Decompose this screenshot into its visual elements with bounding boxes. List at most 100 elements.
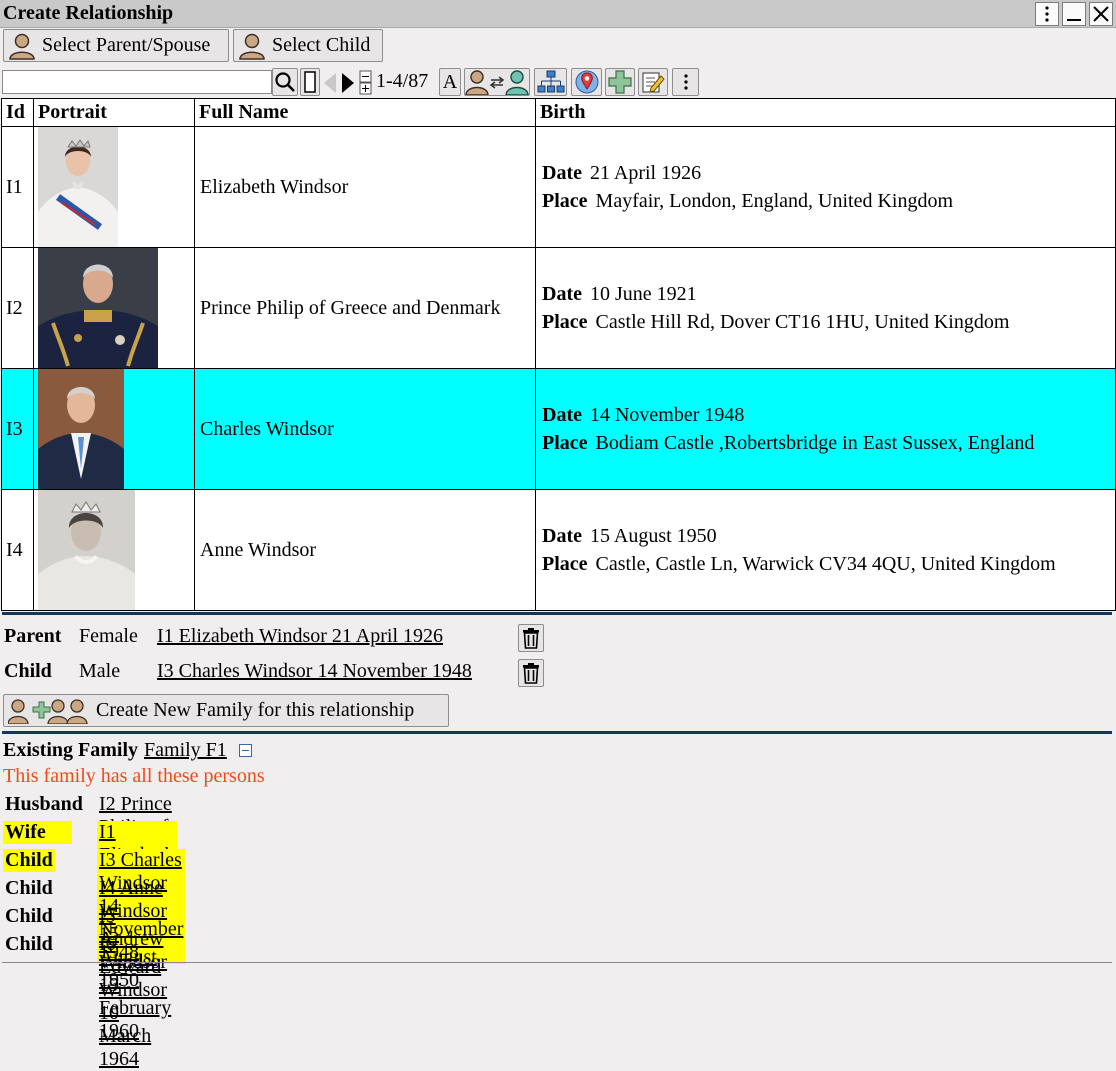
toolbar-menu-button[interactable] [672,68,699,96]
divider [2,731,1112,734]
toolbar: 1-4/87 A [0,66,1116,98]
table-row[interactable]: I2 Prince Philip of Greece and Denmark D… [1,247,1116,369]
cell-full-name: Prince Philip of Greece and Denmark [194,247,536,369]
member-role: Wife [3,821,72,844]
birth-date: 14 November 1948 [589,404,745,426]
divider [2,612,1112,615]
table-header-row: Id Portrait Full Name Birth [1,98,1116,127]
cell-full-name: Charles Windsor [194,368,536,490]
child-row: Child Male I3 Charles Windsor 14 Novembe… [4,660,564,690]
column-header-birth[interactable]: Birth [535,98,1116,127]
portrait-image [38,127,118,247]
cell-portrait [33,247,195,369]
parent-row: Parent Female I1 Elizabeth Windsor 21 Ap… [4,625,564,655]
member-link[interactable]: I6 Edward Windsor 10 March 1964 [97,933,169,1071]
edit-button[interactable] [638,68,668,96]
cell-id: I2 [1,247,34,369]
parent-role-label: Parent [4,625,62,647]
portrait-image [38,248,158,368]
cell-full-name: Anne Windsor [194,489,536,611]
table-row-selected[interactable]: I3 Charles Windsor Date 14 November 1948 … [1,368,1116,490]
birth-date: 15 August 1950 [589,525,717,547]
birth-place: Bodiam Castle ,Robertsbridge in East Sus… [595,432,1035,454]
search-button[interactable] [272,68,298,96]
column-header-id[interactable]: Id [1,98,34,127]
column-header-full-name[interactable]: Full Name [194,98,536,127]
remove-parent-button[interactable] [518,624,544,652]
cell-id: I3 [1,368,34,490]
parent-person-link[interactable]: I1 Elizabeth Windsor 21 April 1926 [157,625,443,648]
family-note: This family has all these persons [3,765,265,787]
child-role-label: Child [4,660,52,682]
trash-icon [523,628,539,649]
minimize-button[interactable] [1062,2,1086,26]
trash-icon [523,663,539,684]
table-row[interactable]: I4 Anne Windsor Date 15 August 1950 Place… [1,489,1116,611]
text-size-button[interactable]: A [439,68,461,96]
person-table: Id Portrait Full Name Birth I1 Elizabeth… [1,98,1116,611]
cell-id: I1 [1,126,34,248]
date-label: Date [542,404,582,426]
child-person-link[interactable]: I3 Charles Windsor 14 November 1948 [157,660,472,683]
member-role: Child [3,849,55,872]
table-row[interactable]: I1 Elizabeth Windsor Date 21 April 1926 P… [1,126,1116,248]
portrait-image [38,369,124,489]
member-role: Husband [5,793,83,815]
place-label: Place [542,432,588,454]
date-label: Date [542,283,582,305]
search-icon [275,72,295,92]
existing-family-label: Existing Family [3,739,139,761]
create-family-label: Create New Family for this relationship [96,699,415,721]
cell-birth: Date 15 August 1950 Place Castle, Castle L… [535,489,1116,611]
arrow-left-icon [324,73,336,93]
place-label: Place [542,553,588,575]
birth-place: Castle, Castle Ln, Warwick CV34 4QU, Uni… [595,553,1056,575]
cell-birth: Date 10 June 1921 Place Castle Hill Rd, Do… [535,247,1116,369]
cell-birth: Date 14 November 1948 Place Bodiam Castle … [535,368,1116,490]
next-page-button[interactable] [340,72,356,100]
cell-portrait [33,126,195,248]
close-button[interactable] [1089,2,1113,26]
swap-persons-icon [465,70,529,95]
kebab-menu-icon [1045,6,1049,22]
window-menu-button[interactable] [1035,2,1059,26]
family-link[interactable]: Family F1 [144,739,227,761]
plus-minus-icon [359,70,372,95]
cell-portrait [33,489,195,611]
title-bar: Create Relationship [0,0,1116,28]
page-first-button[interactable] [300,68,320,96]
collapse-icon[interactable] [238,744,252,757]
remove-child-button[interactable] [518,659,544,687]
search-input[interactable] [2,70,272,94]
create-family-button[interactable]: Create New Family for this relationship [3,694,449,727]
swap-persons-button[interactable] [464,68,530,96]
previous-page-button[interactable] [322,72,338,100]
select-parent-spouse-label: Select Parent/Spouse [42,34,211,56]
member-role: Child [5,933,53,955]
person-icon [9,33,35,60]
column-header-portrait[interactable]: Portrait [33,98,195,127]
child-sex: Male [79,660,121,682]
cell-full-name: Elizabeth Windsor [194,126,536,248]
person-icon [239,33,265,60]
select-child-label: Select Child [272,34,371,56]
cell-portrait [33,368,195,490]
kebab-menu-icon [683,74,688,90]
birth-date: 21 April 1926 [589,162,702,184]
plus-icon [608,70,632,94]
add-button[interactable] [605,68,635,96]
edit-icon [642,72,665,93]
arrow-right-icon [342,73,354,93]
select-parent-spouse-button[interactable]: Select Parent/Spouse [3,29,229,62]
cell-birth: Date 21 April 1926 Place Mayfair, London, … [535,126,1116,248]
member-role: Child [5,905,53,927]
place-label: Place [542,311,588,333]
map-button[interactable] [571,68,602,96]
place-label: Place [542,190,588,212]
tree-view-button[interactable] [534,68,567,96]
bottom-divider [2,962,1112,963]
select-child-button[interactable]: Select Child [233,29,383,62]
member-role: Child [5,877,53,899]
record-count: 1-4/87 [376,70,429,92]
add-family-icon [8,698,88,724]
